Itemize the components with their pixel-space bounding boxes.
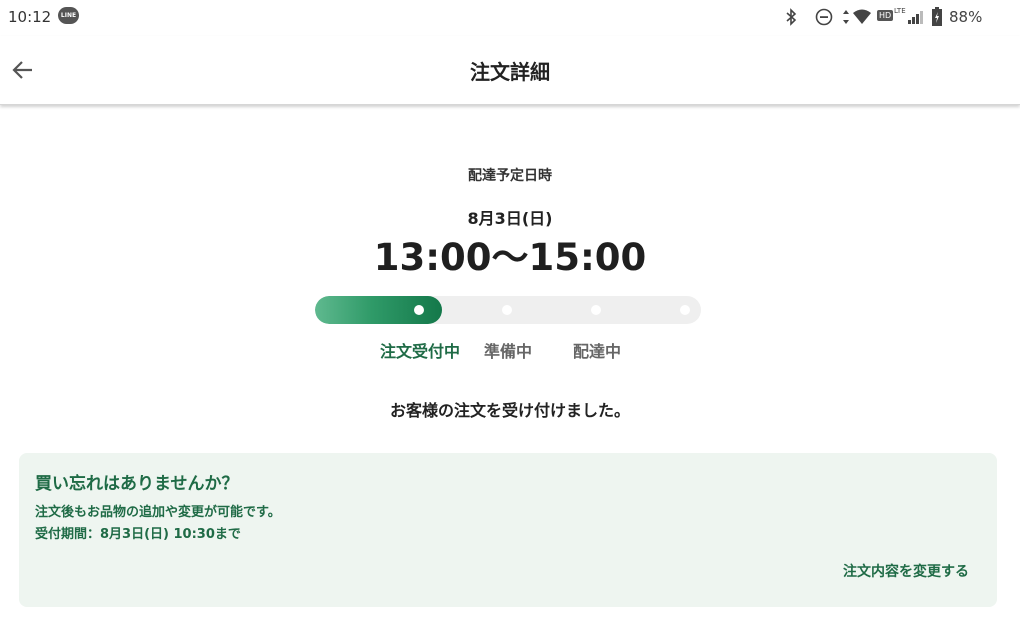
step-dot-preparing: [502, 305, 512, 315]
bluetooth-icon: [786, 8, 797, 26]
status-time: 10:12: [8, 8, 52, 26]
line-app-icon: LINE: [58, 7, 79, 24]
delivery-date: 8月3日(日): [467, 209, 553, 228]
do-not-disturb-icon: [815, 8, 833, 26]
lte-icon: LTE: [894, 7, 906, 15]
step-dot-delivered: [680, 305, 690, 315]
signal-icon: [908, 11, 923, 24]
delivery-time-range: 13:00〜15:00: [373, 236, 647, 279]
card-period: 受付期間：8月3日(日) 10:30まで: [35, 527, 241, 542]
step-label-delivering: 配達中: [572, 342, 621, 361]
order-status-message: お客様の注文を受け付けました。: [389, 401, 630, 420]
forgot-something-card: 買い忘れはありませんか？ 注文後もお品物の追加や変更が可能です。 受付期間：8月…: [19, 453, 997, 607]
order-progress-bar: [315, 296, 701, 324]
step-label-received: 注文受付中: [379, 342, 460, 361]
card-body: 注文後もお品物の追加や変更が可能です。: [35, 505, 281, 520]
step-label-preparing: 準備中: [483, 342, 532, 361]
delivery-label: 配達予定日時: [468, 168, 552, 184]
battery-level: 88%: [949, 8, 983, 26]
step-dot-delivering: [591, 305, 601, 315]
hd-icon: HD: [877, 10, 894, 21]
status-bar: 10:12 LINE HD LTE 88%: [0, 0, 1020, 36]
card-title: 買い忘れはありませんか？: [35, 474, 239, 494]
change-order-link[interactable]: 注文内容を変更する: [843, 561, 969, 581]
battery-icon: [932, 7, 942, 26]
wifi-icon: [853, 9, 871, 24]
app-bar: 注文詳細: [0, 36, 1020, 105]
data-arrows-icon: [843, 10, 849, 24]
step-dot-received: [414, 305, 424, 315]
page-title: 注文詳細: [470, 60, 550, 84]
